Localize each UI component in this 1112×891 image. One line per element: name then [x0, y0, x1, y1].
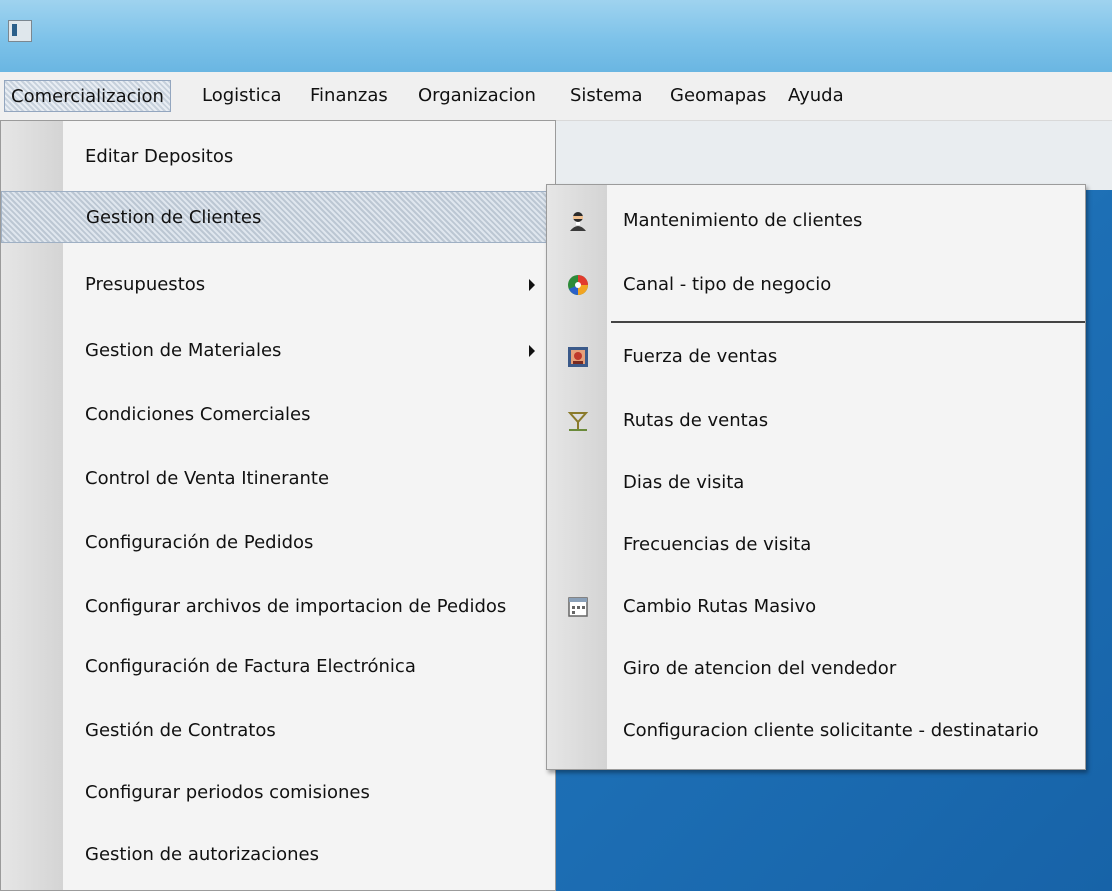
submenu-item-label: Dias de visita — [623, 472, 745, 493]
submenu-item-giro-atencion-vendedor[interactable]: Giro de atencion del vendedor — [547, 643, 1085, 695]
submenu-item-configuracion-cliente-solicitante[interactable]: Configuracion cliente solicitante - dest… — [547, 705, 1085, 757]
dropdown-item-label: Gestión de Contratos — [85, 720, 276, 741]
submenu-arrow-icon — [529, 345, 535, 357]
menu-comercializacion[interactable]: Comercializacion — [4, 80, 171, 112]
dropdown-item-gestion-de-clientes[interactable]: Gestion de Clientes — [1, 191, 553, 243]
dropdown-item-label: Gestion de autorizaciones — [85, 844, 319, 865]
dropdown-item-label: Gestion de Clientes — [86, 207, 262, 228]
submenu-item-label: Fuerza de ventas — [623, 346, 778, 367]
submenu-item-frecuencias-visita[interactable]: Frecuencias de visita — [547, 519, 1085, 571]
dropdown-item-label: Control de Venta Itinerante — [85, 468, 330, 489]
route-icon — [567, 412, 589, 431]
salesforce-icon — [568, 347, 588, 367]
submenu-item-label: Frecuencias de visita — [623, 534, 812, 555]
comercializacion-dropdown: Editar Depositos Gestion de Clientes Pre… — [0, 120, 556, 891]
dropdown-item-label: Configuración de Pedidos — [85, 532, 314, 553]
menu-ayuda[interactable]: Ayuda — [782, 80, 850, 112]
menu-sistema[interactable]: Sistema — [564, 80, 649, 112]
submenu-arrow-icon — [529, 279, 535, 291]
menu-logistica[interactable]: Logistica — [196, 80, 288, 112]
submenu-item-label: Mantenimiento de clientes — [623, 210, 863, 231]
submenu-item-fuerza-ventas[interactable]: Fuerza de ventas — [547, 331, 1085, 383]
dropdown-item-configuracion-pedidos[interactable]: Configuración de Pedidos — [1, 517, 553, 569]
submenu-item-rutas-ventas[interactable]: Rutas de ventas — [547, 395, 1085, 447]
dropdown-item-presupuestos[interactable]: Presupuestos — [1, 259, 553, 311]
submenu-item-label: Cambio Rutas Masivo — [623, 596, 817, 617]
customer-icon — [570, 212, 586, 231]
dropdown-item-gestion-autorizaciones[interactable]: Gestion de autorizaciones — [1, 829, 553, 881]
pie-chart-icon — [568, 275, 588, 295]
dropdown-item-label: Configuración de Factura Electrónica — [85, 656, 416, 677]
submenu-item-dias-visita[interactable]: Dias de visita — [547, 457, 1085, 509]
dropdown-item-editar-depositos[interactable]: Editar Depositos — [1, 131, 553, 183]
dropdown-item-configuracion-factura-electronica[interactable]: Configuración de Factura Electrónica — [1, 641, 553, 693]
submenu-item-cambio-rutas-masivo[interactable]: Cambio Rutas Masivo — [547, 581, 1085, 633]
submenu-item-label: Rutas de ventas — [623, 410, 769, 431]
app-icon[interactable] — [8, 20, 32, 42]
dropdown-item-label: Editar Depositos — [85, 146, 234, 167]
title-bar — [0, 0, 1112, 72]
submenu-item-label: Configuracion cliente solicitante - dest… — [623, 720, 1039, 741]
dropdown-item-configurar-archivos-importacion[interactable]: Configurar archivos de importacion de Pe… — [1, 581, 553, 633]
submenu-item-label: Giro de atencion del vendedor — [623, 658, 897, 679]
menu-finanzas[interactable]: Finanzas — [304, 80, 394, 112]
submenu-item-mantenimiento-clientes[interactable]: Mantenimiento de clientes — [547, 195, 1085, 247]
dropdown-item-control-venta-itinerante[interactable]: Control de Venta Itinerante — [1, 453, 553, 505]
menu-bar: Comercializacion Logistica Finanzas Orga… — [0, 72, 1112, 121]
dropdown-item-gestion-de-materiales[interactable]: Gestion de Materiales — [1, 325, 553, 377]
menu-organizacion[interactable]: Organizacion — [412, 80, 542, 112]
submenu-separator — [611, 321, 1085, 323]
dropdown-item-label: Configurar periodos comisiones — [85, 782, 370, 803]
submenu-item-label: Canal - tipo de negocio — [623, 274, 832, 295]
dropdown-item-label: Condiciones Comerciales — [85, 404, 311, 425]
dropdown-item-label: Gestion de Materiales — [85, 340, 282, 361]
dropdown-item-label: Presupuestos — [85, 274, 206, 295]
submenu-item-canal-tipo-negocio[interactable]: Canal - tipo de negocio — [547, 259, 1085, 311]
calendar-icon — [568, 597, 588, 617]
gestion-clientes-submenu: Mantenimiento de clientes Canal - tipo d… — [546, 184, 1086, 770]
menu-geomapas[interactable]: Geomapas — [664, 80, 772, 112]
dropdown-item-label: Configurar archivos de importacion de Pe… — [85, 596, 507, 617]
dropdown-item-configurar-periodos-comisiones[interactable]: Configurar periodos comisiones — [1, 767, 553, 819]
dropdown-item-condiciones-comerciales[interactable]: Condiciones Comerciales — [1, 389, 553, 441]
dropdown-item-gestion-contratos[interactable]: Gestión de Contratos — [1, 705, 553, 757]
